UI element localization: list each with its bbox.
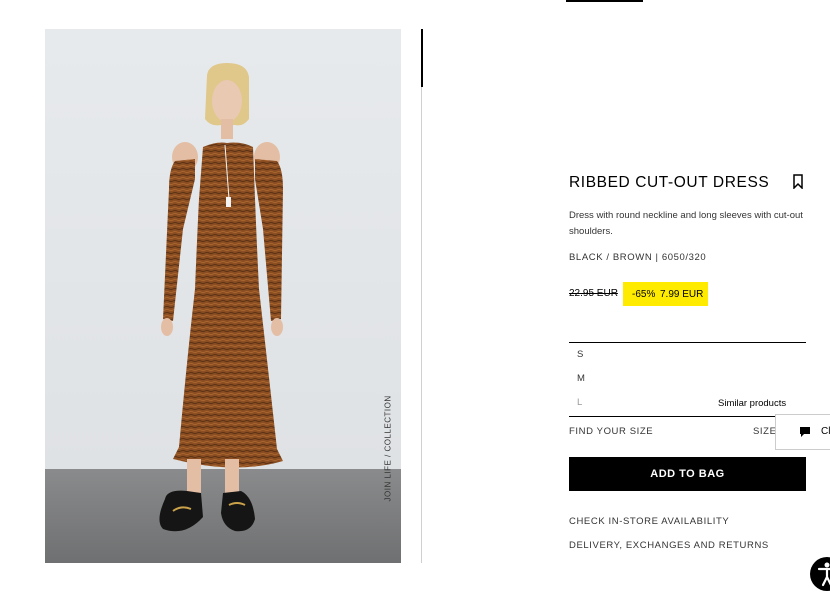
find-your-size-link[interactable]: FIND YOUR SIZE (569, 426, 653, 437)
model-illustration (159, 63, 283, 532)
check-store-availability-link[interactable]: CHECK IN-STORE AVAILABILITY (569, 516, 729, 527)
delivery-exchanges-returns-link[interactable]: DELIVERY, EXCHANGES AND RETURNS (569, 540, 769, 551)
size-option-s[interactable]: S (577, 349, 583, 360)
size-option-l[interactable]: L (577, 397, 582, 408)
similar-products-link[interactable]: Similar products (718, 398, 786, 409)
size-list-bottom-rule (569, 416, 806, 417)
old-price: 22.95 EUR (569, 288, 618, 299)
sale-price: 7.99 EUR (660, 289, 704, 300)
image-caption: JOIN LIFE / COLLECTION (383, 395, 393, 502)
gallery-scroll-track[interactable] (421, 29, 422, 563)
product-colour-reference: BLACK / BROWN | 6050/320 (569, 252, 707, 263)
product-image[interactable]: JOIN LIFE / COLLECTION (45, 29, 401, 563)
chat-button[interactable]: Cl (775, 414, 830, 450)
chat-icon (800, 427, 810, 437)
size-option-m[interactable]: M (577, 373, 585, 384)
accessibility-button[interactable] (810, 557, 830, 591)
size-guide-link[interactable]: SIZE (753, 426, 777, 437)
gallery-scroll-thumb[interactable] (421, 29, 423, 87)
top-tab-indicator (566, 0, 643, 2)
chat-label: Cl (821, 426, 830, 437)
size-list-top-rule (569, 342, 806, 343)
bookmark-icon[interactable] (792, 174, 804, 189)
product-title: RIBBED CUT-OUT DRESS (569, 174, 770, 191)
accessibility-icon (817, 562, 830, 587)
add-to-bag-button[interactable]: ADD TO BAG (569, 457, 806, 491)
discount-percentage: -65% (632, 289, 656, 300)
product-description: Dress with round neckline and long sleev… (569, 210, 803, 237)
